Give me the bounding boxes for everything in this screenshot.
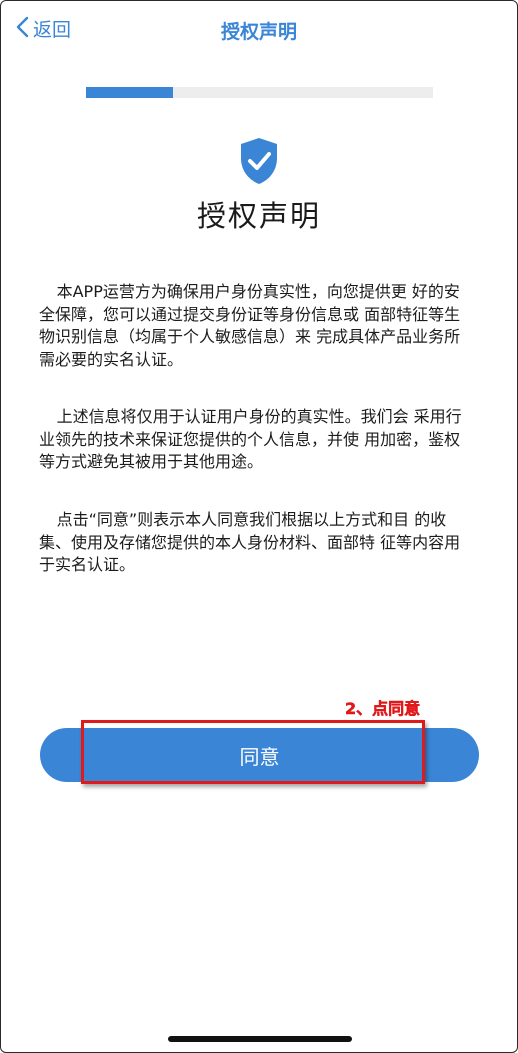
progress-fill xyxy=(86,87,173,98)
step-annotation: 2、点同意 xyxy=(345,699,421,719)
agree-button-label: 同意 xyxy=(239,744,280,769)
content-heading: 授权声明 xyxy=(196,199,321,233)
statement-paragraph-2: 上述信息将仅用于认证用户身份的真实性。我们会 采用行业领先的技术来保证您提供的个… xyxy=(39,407,462,471)
statement-paragraph-3: 点击“同意”则表示本人同意我们根据以上方式和目 的收集、使用及存储您提供的本人身… xyxy=(39,510,461,574)
progress-bar xyxy=(86,87,433,98)
page-title: 授权声明 xyxy=(220,21,297,43)
home-indicator[interactable] xyxy=(168,1036,352,1042)
phone-screen: 返回 授权声明 授权声明 本APP运营方为确保用户身份真实性，向您提供更 好的安… xyxy=(0,0,518,1053)
navigation-bar: 返回 授权声明 xyxy=(1,1,517,65)
statement-paragraph-1: 本APP运营方为确保用户身份真实性，向您提供更 好的安全保障，您可以通过提交身份… xyxy=(39,282,461,369)
shield-check-icon xyxy=(238,136,280,186)
agree-button[interactable]: 同意 xyxy=(40,728,479,782)
